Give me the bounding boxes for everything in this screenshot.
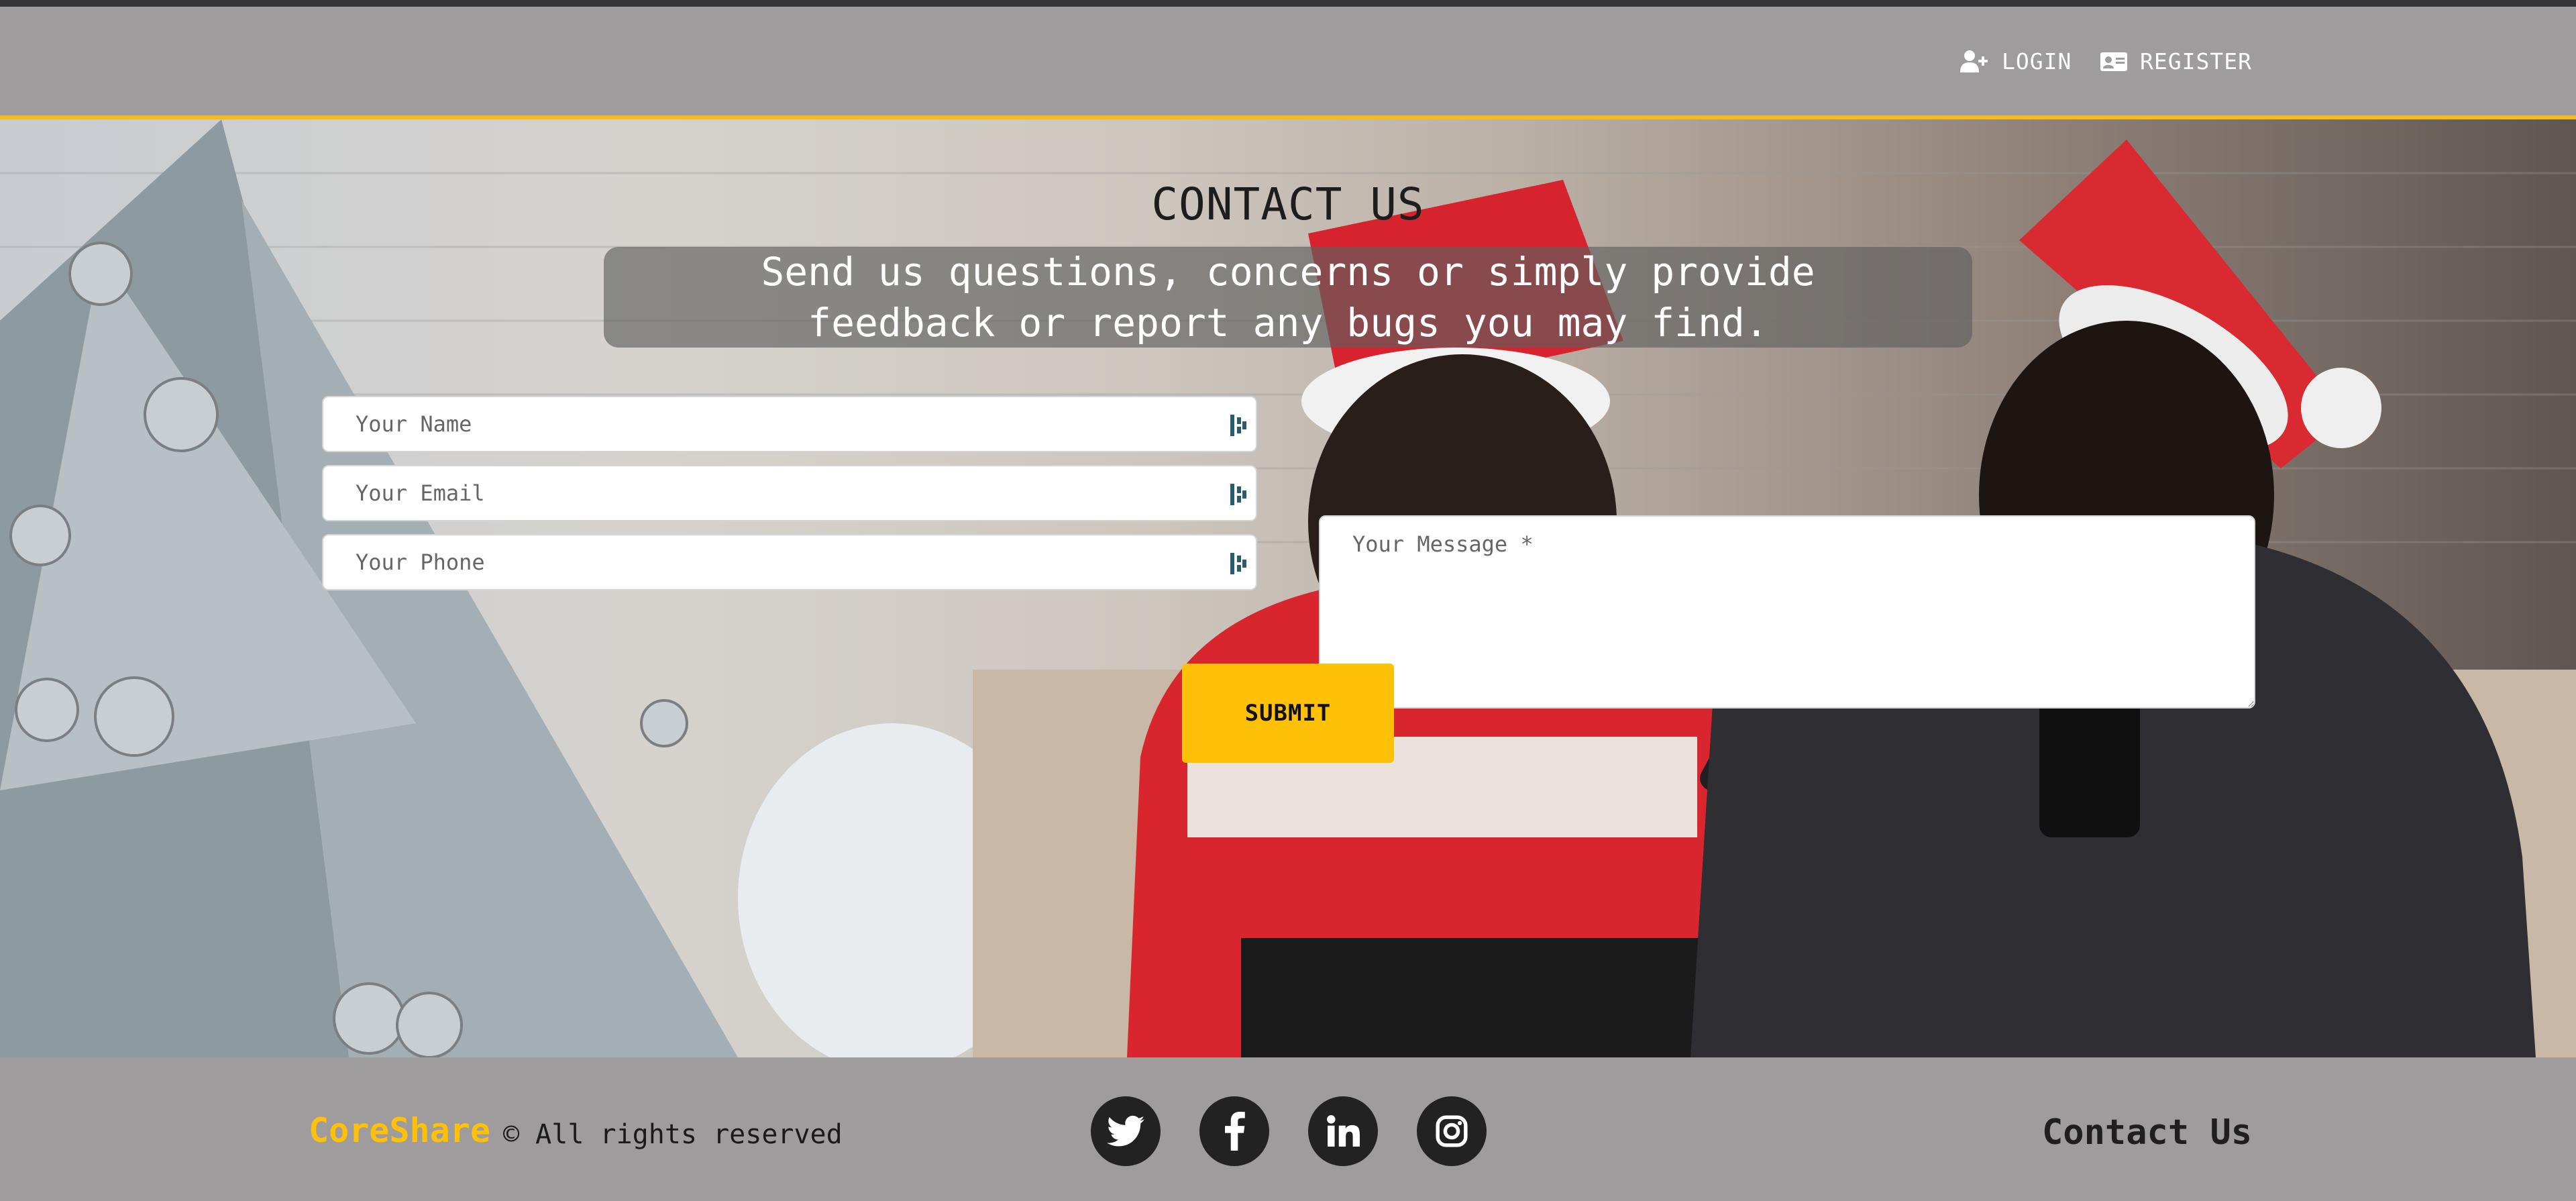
password-manager-icon[interactable] (1230, 484, 1248, 505)
user-plus-icon (1960, 50, 1988, 72)
name-field (322, 396, 1257, 452)
submit-button[interactable]: SUBMIT (1182, 664, 1394, 763)
subtitle-line-1: Send us questions, concerns or simply pr… (761, 249, 1815, 295)
page-title: CONTACT US (1151, 178, 1425, 230)
name-input[interactable] (323, 397, 1256, 451)
password-manager-icon[interactable] (1230, 553, 1248, 574)
phone-input[interactable] (323, 535, 1256, 589)
phone-field (322, 534, 1257, 590)
linkedin-link[interactable] (1308, 1096, 1378, 1166)
linkedin-icon (1327, 1115, 1360, 1147)
register-label: REGISTER (2140, 48, 2252, 74)
copyright-text: © All rights reserved (503, 1119, 843, 1150)
id-card-icon (2100, 52, 2127, 71)
subtitle-box: Send us questions, concerns or simply pr… (604, 247, 1972, 348)
brand-logo[interactable]: CoreShare (309, 1111, 490, 1150)
instagram-icon (1436, 1115, 1468, 1147)
twitter-icon (1107, 1115, 1144, 1147)
message-textarea[interactable] (1319, 515, 2255, 709)
login-label: LOGIN (2002, 48, 2072, 74)
email-field (322, 465, 1257, 521)
instagram-link[interactable] (1417, 1096, 1487, 1166)
footer-contact-link[interactable]: Contact Us (2042, 1112, 2252, 1153)
footer: CoreShare © All rights reserved Contact … (0, 1057, 2576, 1201)
login-link[interactable]: LOGIN (1960, 48, 2072, 74)
register-link[interactable]: REGISTER (2100, 48, 2252, 74)
password-manager-icon[interactable] (1230, 415, 1248, 436)
email-input[interactable] (323, 466, 1256, 520)
twitter-link[interactable] (1091, 1096, 1161, 1166)
hero-section: CONTACT US Send us questions, concerns o… (0, 119, 2576, 1057)
subtitle-line-2: feedback or report any bugs you may find… (808, 300, 1768, 346)
header: LOGIN REGISTER (0, 7, 2576, 115)
facebook-link[interactable] (1199, 1096, 1269, 1166)
top-border (0, 0, 2576, 7)
facebook-icon (1225, 1112, 1245, 1151)
